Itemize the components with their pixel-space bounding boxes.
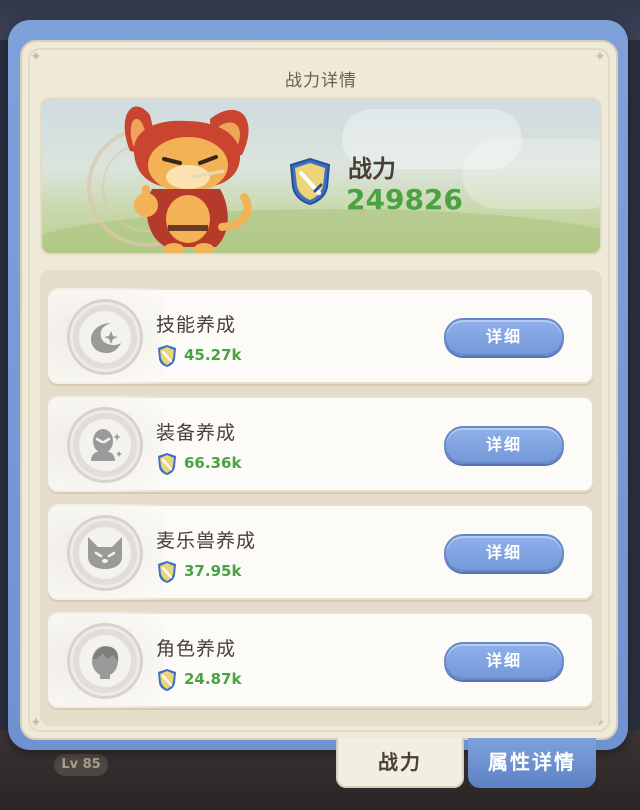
- card-power-value: 66.36k: [184, 454, 242, 472]
- character-head-icon: [92, 646, 119, 679]
- card-title: 技能养成: [156, 314, 237, 336]
- list-item-pet: 麦乐兽养成 37.95k 详细: [48, 504, 594, 600]
- tab-attribute-details[interactable]: 属性详情: [468, 738, 596, 788]
- list-item-equipment: 装备养成 66.36k 详细: [48, 396, 594, 492]
- cloud-decoration: [462, 139, 600, 209]
- moon-star-icon: [91, 323, 121, 353]
- card-title: 角色养成: [156, 638, 237, 660]
- list-item-skill: 技能养成 45.27k 详细: [48, 288, 594, 384]
- card-power-value: 45.27k: [184, 346, 242, 364]
- cat-face-icon: [88, 537, 122, 569]
- power-value: 249826: [346, 183, 463, 216]
- medal-badge: [70, 518, 140, 588]
- card-power-value: 37.95k: [184, 562, 242, 580]
- detail-button-character[interactable]: 详细: [444, 642, 564, 680]
- medal-badge: [70, 410, 140, 480]
- medal-badge: [70, 626, 140, 696]
- list-item-character: 角色养成 24.87k 详细: [48, 612, 594, 708]
- power-label: 战力: [348, 155, 396, 183]
- detail-button-pet[interactable]: 详细: [444, 534, 564, 572]
- shield-sword-icon: [158, 561, 176, 583]
- medal-badge: [70, 302, 140, 372]
- player-level-badge: Lv 85: [54, 754, 108, 776]
- corner-ornament-icon: ✦: [30, 49, 42, 65]
- page-title: 战力详情: [285, 71, 357, 91]
- power-detail-panel: ✦ ✦ ✦ ✦ 战力详情 战力 249826 技能养成 45.27k 详细 装备…: [20, 40, 618, 740]
- card-title: 装备养成: [156, 422, 237, 444]
- card-title: 麦乐兽养成: [156, 530, 257, 552]
- shield-sword-icon: [158, 669, 176, 691]
- shield-sword-icon: [158, 453, 176, 475]
- detail-button-skill[interactable]: 详细: [444, 318, 564, 356]
- detail-button-equipment[interactable]: 详细: [444, 426, 564, 464]
- shield-sword-icon: [158, 345, 176, 367]
- category-list: 技能养成 45.27k 详细 装备养成 66.36k 详细 麦乐兽养成 37.9…: [40, 270, 602, 726]
- tab-power[interactable]: 战力: [336, 738, 464, 788]
- hero-banner: 战力 249826: [40, 97, 602, 255]
- cat-character-illustration: [124, 106, 252, 253]
- corner-ornament-icon: ✦: [594, 49, 606, 65]
- shield-sword-icon: [289, 157, 331, 205]
- alien-head-icon: [91, 429, 122, 461]
- card-power-value: 24.87k: [184, 670, 242, 688]
